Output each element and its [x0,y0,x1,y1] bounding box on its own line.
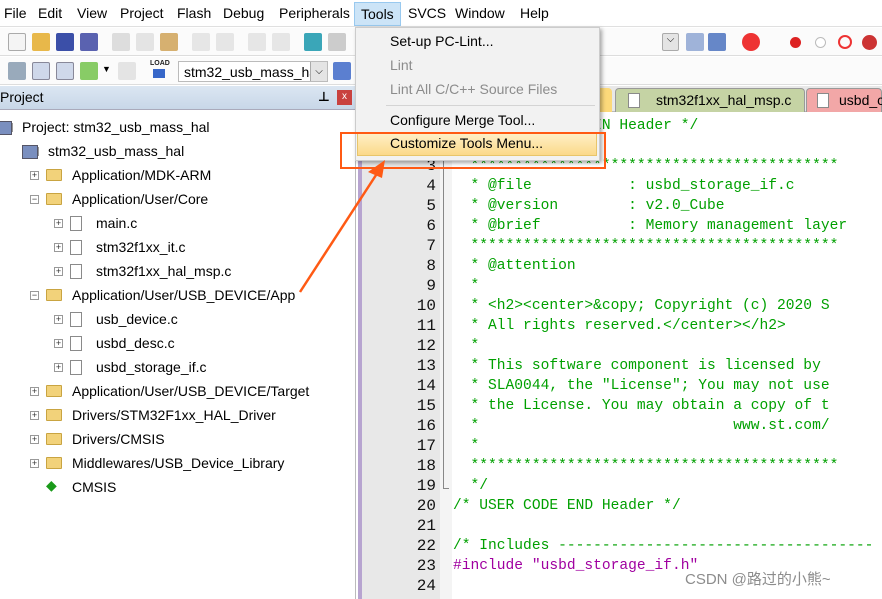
watermark: CSDN @路过的小熊~ [685,571,831,588]
arrow-head [368,160,385,178]
arrow-shaft [298,171,380,293]
annotation-arrow [298,160,385,293]
